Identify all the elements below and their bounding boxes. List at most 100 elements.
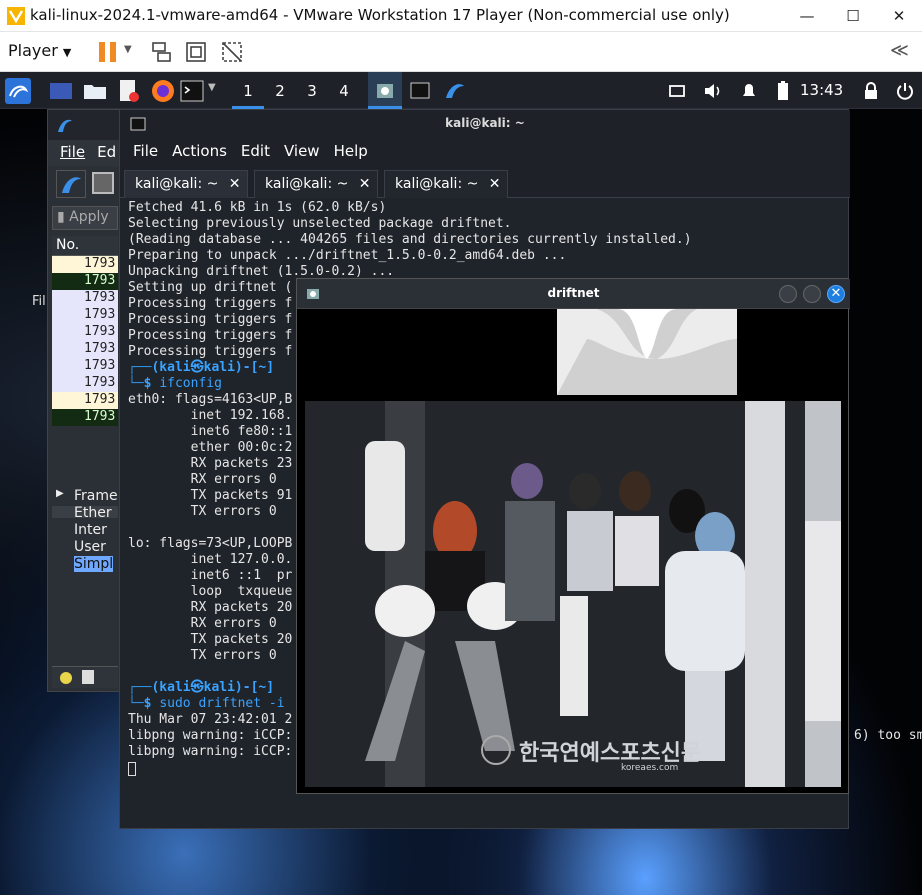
tree-item-frame[interactable]: ▶ Frame	[52, 488, 118, 505]
packet-row[interactable]: 1793	[52, 358, 118, 375]
unity-mode-icon[interactable]	[220, 40, 244, 64]
workspace-2[interactable]: 2	[269, 80, 291, 102]
battery-icon[interactable]	[770, 78, 796, 104]
terminal-menubar: File Actions Edit View Help	[120, 138, 850, 166]
column-no-header[interactable]: No.	[52, 236, 118, 256]
vmware-title-bar: kali-linux-2024.1-vmware-amd64 - VMware …	[0, 0, 922, 32]
workspace-4[interactable]: 4	[333, 80, 355, 102]
packet-row[interactable]: 1793	[52, 375, 118, 392]
terminal-title: kali@kali: ~	[445, 116, 525, 130]
power-icon[interactable]	[892, 78, 918, 104]
menu-actions[interactable]: Actions	[165, 138, 234, 166]
packet-list: 1793 1793 1793 1793 1793 1793 1793 1793 …	[52, 256, 118, 426]
shark-fin-start-icon[interactable]	[56, 170, 86, 198]
packet-row[interactable]: 1793	[52, 341, 118, 358]
terminal-line: Selecting previously unselected package …	[128, 216, 512, 231]
volume-icon[interactable]	[700, 78, 726, 104]
chevron-down-icon: ▼	[62, 46, 72, 59]
terminal-tab[interactable]: kali@kali: ~ ✕	[124, 170, 248, 198]
menu-view[interactable]: View	[277, 138, 327, 166]
terminal-line: Preparing to unpack .../driftnet_1.5.0-0…	[128, 248, 567, 263]
wireshark-icon	[58, 119, 72, 132]
clock[interactable]: 13:43	[800, 81, 843, 99]
apply-label: Apply	[69, 209, 109, 225]
player-menu[interactable]: Player ▼	[8, 41, 71, 60]
packet-row[interactable]: 1793	[52, 256, 118, 273]
kali-menu-icon[interactable]	[5, 78, 31, 104]
packet-details-tree: ▶ Frame Ether Inter User Simpl	[52, 488, 118, 573]
close-icon[interactable]: ✕	[489, 176, 501, 192]
maximize-button[interactable]: ☐	[830, 0, 876, 32]
terminal-icon[interactable]	[180, 78, 206, 104]
guest-screen: ▼ 1 2 3 4 13:43 Fil File Ed ▮ Apply No. …	[0, 72, 922, 895]
menu-file[interactable]: File	[126, 138, 165, 166]
file-manager-icon[interactable]	[82, 78, 108, 104]
chevron-right-icon: ▶	[56, 488, 64, 499]
captured-image-small	[557, 309, 737, 395]
packet-row[interactable]: 1793	[52, 409, 118, 426]
network-icon[interactable]	[664, 78, 690, 104]
watermark-url: koreaes.com	[621, 763, 679, 773]
minimize-icon[interactable]	[779, 285, 797, 303]
terminal-tabbar: kali@kali: ~ ✕ kali@kali: ~ ✕ kali@kali:…	[120, 166, 850, 198]
text-editor-icon[interactable]	[116, 78, 142, 104]
lock-icon[interactable]	[858, 78, 884, 104]
bookmark-icon: ▮	[57, 209, 65, 225]
menu-edit[interactable]: Edit	[234, 138, 277, 166]
packet-row[interactable]: 1793	[52, 392, 118, 409]
stop-capture-icon[interactable]	[92, 172, 114, 194]
packet-row[interactable]: 1793	[52, 290, 118, 307]
status-indicator-icon	[60, 672, 72, 684]
terminal-overflow-text: 6) too sm	[854, 728, 922, 743]
fit-guest-icon[interactable]	[184, 40, 208, 64]
tree-item-internet[interactable]: Inter	[52, 522, 118, 539]
packet-row[interactable]: 1793	[52, 273, 118, 290]
close-button[interactable]: ✕	[827, 285, 845, 303]
captured-photo: 한국연예스포츠신문 koreaes.com	[305, 401, 841, 787]
maximize-icon[interactable]	[803, 285, 821, 303]
tree-item-user[interactable]: User	[52, 539, 118, 556]
tree-item-ethernet[interactable]: Ether	[52, 505, 118, 522]
terminal-cursor	[128, 762, 136, 776]
notifications-icon[interactable]	[736, 78, 762, 104]
desktop-icon-label[interactable]: Fil	[32, 294, 46, 309]
terminal-task-icon[interactable]	[408, 78, 434, 104]
workspace-3[interactable]: 3	[301, 80, 323, 102]
apply-filter-button[interactable]: ▮ Apply	[52, 206, 118, 230]
wireshark-task-icon[interactable]	[442, 78, 468, 104]
packet-row[interactable]: 1793	[52, 324, 118, 341]
firefox-icon[interactable]	[150, 78, 176, 104]
wireshark-menu-edit[interactable]: Ed	[91, 140, 122, 166]
window-title: kali-linux-2024.1-vmware-amd64 - VMware …	[30, 6, 730, 24]
watermark-logo-icon	[481, 735, 511, 765]
terminal-line: Fetched 41.6 kB in 1s (62.0 kB/s)	[128, 200, 387, 215]
pause-icon[interactable]	[96, 40, 120, 64]
wireshark-menu-file[interactable]: File	[54, 140, 91, 166]
packet-row[interactable]: 1793	[52, 307, 118, 324]
chevron-down-icon[interactable]: ▼	[208, 82, 216, 93]
terminal-line: (Reading database ... 404265 files and d…	[128, 232, 692, 247]
driftnet-title: driftnet	[547, 286, 600, 300]
close-icon[interactable]: ✕	[359, 176, 371, 192]
close-icon[interactable]: ✕	[229, 176, 241, 192]
terminal-tab[interactable]: kali@kali: ~ ✕	[384, 170, 508, 198]
tree-item-simple[interactable]: Simpl	[52, 556, 118, 573]
driftnet-window: driftnet ✕ 한국연예스포츠신문 koreaes.com	[296, 278, 850, 794]
menu-help[interactable]: Help	[327, 138, 375, 166]
minimize-button[interactable]: —	[784, 0, 830, 32]
workspace-1[interactable]: 1	[237, 80, 259, 102]
top-panel: ▼ 1 2 3 4 13:43	[0, 72, 922, 109]
vmware-toolbar: Player ▼ ▼ ≪	[0, 32, 922, 72]
edit-icon[interactable]	[82, 670, 94, 684]
driftnet-titlebar: driftnet ✕	[297, 279, 850, 309]
show-desktop-icon[interactable]	[48, 78, 74, 104]
collapse-toolbar-button[interactable]: ≪	[890, 40, 909, 61]
terminal-titlebar: kali@kali: ~	[120, 110, 850, 138]
driftnet-app-icon	[377, 84, 393, 98]
chevron-down-icon[interactable]: ▼	[124, 44, 132, 55]
terminal-tab[interactable]: kali@kali: ~ ✕	[254, 170, 378, 198]
player-label: Player	[8, 41, 58, 60]
close-button[interactable]: ✕	[876, 0, 922, 32]
send-ctrl-alt-del-icon[interactable]	[150, 40, 174, 64]
vmware-logo-icon	[7, 7, 25, 25]
